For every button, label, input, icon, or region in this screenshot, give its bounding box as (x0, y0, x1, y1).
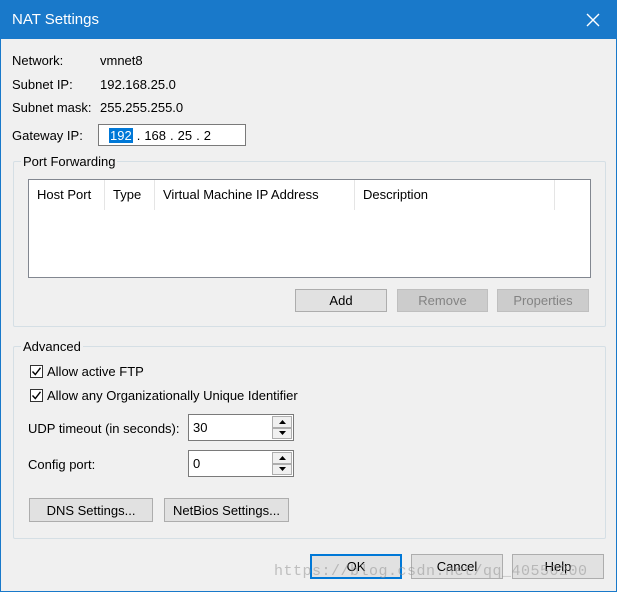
arrow-down-icon (278, 431, 286, 436)
active-ftp-checkbox[interactable] (30, 365, 43, 378)
column-vm-ip-label: Virtual Machine IP Address (163, 187, 319, 202)
udp-timeout-stepper[interactable]: 30 (188, 414, 294, 441)
udp-timeout-value[interactable]: 30 (193, 420, 207, 435)
arrow-up-icon (278, 419, 286, 424)
oui-checkbox[interactable] (30, 389, 43, 402)
active-ftp-label: Allow active FTP (47, 364, 144, 379)
remove-button-label: Remove (418, 293, 467, 308)
subnet-ip-label: Subnet IP: (12, 77, 73, 92)
udp-timeout-down-button[interactable] (272, 427, 292, 439)
remove-button[interactable]: Remove (397, 289, 488, 312)
dns-settings-label: DNS Settings... (46, 502, 136, 518)
ip-dot: . (170, 127, 174, 143)
nat-settings-dialog: NAT Settings Network: vmnet8 Subnet IP: … (0, 0, 617, 592)
network-value: vmnet8 (100, 53, 143, 68)
udp-timeout-label: UDP timeout (in seconds): (28, 421, 180, 436)
gateway-ip-label: Gateway IP: (12, 128, 83, 143)
arrow-up-icon (278, 455, 286, 460)
gateway-octet-2[interactable]: 168 (144, 128, 166, 143)
gateway-octet-3[interactable]: 25 (178, 128, 192, 143)
checkmark-icon (31, 367, 42, 376)
properties-button-label: Properties (513, 293, 573, 308)
port-forwarding-list[interactable]: Host Port Type Virtual Machine IP Addres… (28, 179, 591, 278)
column-vm-ip[interactable]: Virtual Machine IP Address (155, 180, 355, 210)
column-type-label: Type (113, 187, 142, 202)
add-button-label: Add (329, 293, 353, 308)
config-port-spin-buttons (272, 452, 292, 475)
port-forwarding-legend: Port Forwarding (21, 154, 118, 169)
column-description-label: Description (363, 187, 429, 202)
gateway-octet-4[interactable]: 2 (204, 128, 211, 143)
netbios-settings-label: NetBios Settings... (173, 502, 280, 518)
ip-dot: . (196, 127, 200, 143)
netbios-settings-button[interactable]: NetBios Settings... (164, 498, 289, 522)
dialog-title: NAT Settings (12, 11, 99, 28)
checkmark-icon (31, 391, 42, 400)
config-port-label: Config port: (28, 457, 96, 472)
udp-timeout-up-button[interactable] (272, 416, 292, 428)
dns-settings-button[interactable]: DNS Settings... (29, 498, 153, 522)
column-type[interactable]: Type (105, 180, 155, 210)
title-bar[interactable]: NAT Settings (1, 1, 616, 39)
udp-timeout-spin-buttons (272, 416, 292, 439)
gateway-ip-field[interactable]: 192 . 168 . 25 . 2 (98, 124, 246, 146)
column-host-port[interactable]: Host Port (29, 180, 105, 210)
active-ftp-checkbox-row[interactable]: Allow active FTP (30, 364, 144, 379)
config-port-stepper[interactable]: 0 (188, 450, 294, 477)
properties-button[interactable]: Properties (497, 289, 589, 312)
watermark-text: https://blog.csdn.net/qq_40550200 (274, 563, 588, 580)
add-button[interactable]: Add (295, 289, 387, 312)
subnet-mask-label: Subnet mask: (12, 100, 92, 115)
subnet-mask-value: 255.255.255.0 (100, 100, 184, 115)
config-port-value[interactable]: 0 (193, 456, 200, 471)
column-host-port-label: Host Port (37, 187, 92, 202)
oui-checkbox-row[interactable]: Allow any Organizationally Unique Identi… (30, 388, 298, 403)
arrow-down-icon (278, 467, 286, 472)
subnet-ip-value: 192.168.25.0 (100, 77, 176, 92)
gateway-octet-1[interactable]: 192 (109, 127, 133, 143)
close-button[interactable] (570, 1, 616, 39)
network-label: Network: (12, 53, 64, 68)
close-icon (586, 13, 600, 27)
column-description[interactable]: Description (355, 180, 555, 210)
advanced-legend: Advanced (21, 339, 83, 354)
oui-label: Allow any Organizationally Unique Identi… (47, 388, 298, 403)
config-port-down-button[interactable] (272, 463, 292, 475)
config-port-up-button[interactable] (272, 452, 292, 464)
ip-dot: . (136, 127, 141, 143)
